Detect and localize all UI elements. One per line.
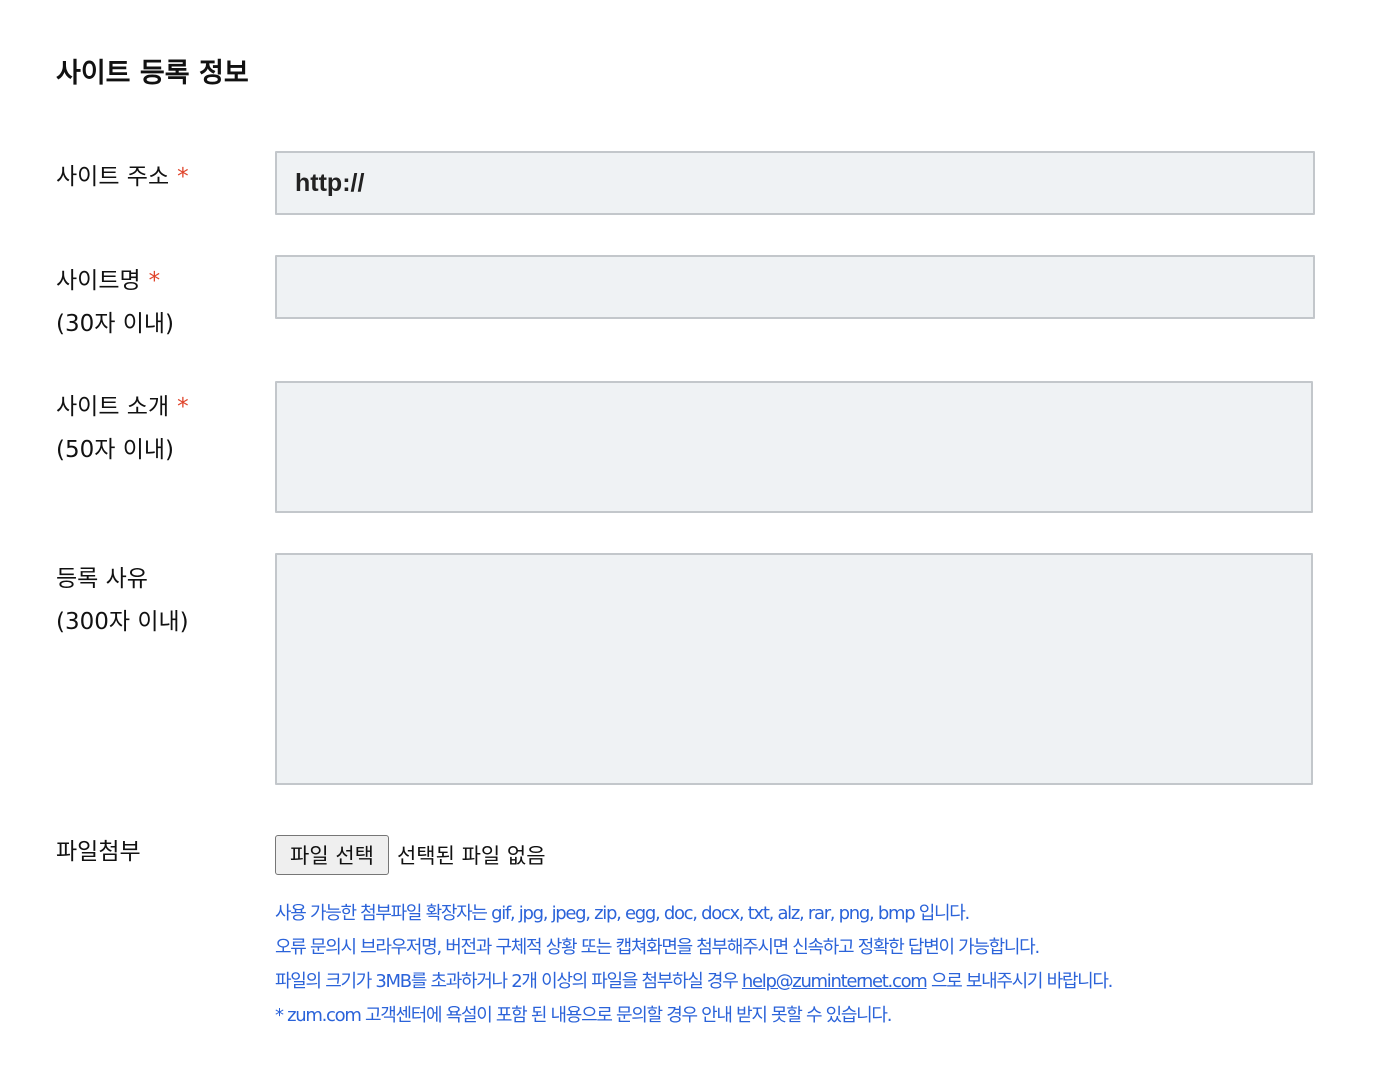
note-file-size-text: 파일의 크기가 3MB를 초과하거나 2개 이상의 파일을 첨부하실 경우 [275, 971, 742, 992]
registration-reason-textarea[interactable] [277, 555, 1311, 783]
site-name-field[interactable] [275, 255, 1315, 319]
reason-label: 등록 사유 (300자 이내) [56, 558, 189, 644]
attachment-label-text: 파일첨부 [56, 839, 141, 865]
attachment-notes: 사용 가능한 첨부파일 확장자는 gif, jpg, jpeg, zip, eg… [275, 897, 1335, 1033]
reason-label-text: 등록 사유 [56, 566, 148, 592]
site-url-field[interactable] [275, 151, 1315, 215]
note-file-size-tail: 으로 보내주시기 바랍니다. [926, 971, 1113, 992]
name-limit-text: (30자 이내) [56, 311, 175, 337]
site-intro-textarea[interactable] [277, 383, 1311, 511]
choose-file-button[interactable]: 파일 선택 [275, 835, 389, 875]
file-status-text: 선택된 파일 없음 [396, 844, 546, 868]
intro-limit-text: (50자 이내) [56, 437, 175, 463]
url-label-text: 사이트 주소 [56, 164, 170, 190]
registration-reason-field[interactable] [275, 553, 1313, 785]
help-email-link[interactable]: help@zuminternet.com [742, 971, 928, 992]
reason-limit-text: (300자 이내) [56, 609, 189, 635]
name-label-text: 사이트명 [56, 268, 141, 294]
section-title: 사이트 등록 정보 [56, 58, 249, 89]
required-mark: * [177, 394, 189, 420]
site-intro-field[interactable] [275, 381, 1313, 513]
attachment-label: 파일첨부 [56, 831, 141, 874]
required-mark: * [148, 268, 161, 294]
intro-label: 사이트 소개 * (50자 이내) [56, 386, 189, 472]
url-label: 사이트 주소 * [56, 156, 189, 199]
required-mark: * [177, 164, 189, 190]
note-file-size: 파일의 크기가 3MB를 초과하거나 2개 이상의 파일을 첨부하실 경우 he… [275, 965, 1335, 999]
note-abuse-warning: * zum.com 고객센터에 욕설이 포함 된 내용으로 문의할 경우 안내 … [275, 1005, 892, 1026]
intro-label-text: 사이트 소개 [56, 394, 170, 420]
site-name-input[interactable] [277, 257, 1313, 317]
file-input[interactable]: 파일 선택 선택된 파일 없음 [275, 835, 546, 875]
note-error-inquiry: 오류 문의시 브라우저명, 버전과 구체적 상황 또는 캡쳐화면을 첨부해주시면… [275, 937, 1040, 958]
site-registration-form: 사이트 등록 정보 사이트 주소 * 사이트명 * (30자 이내) 사이트 소개 *… [0, 0, 1376, 1088]
note-extensions: 사용 가능한 첨부파일 확장자는 gif, jpg, jpeg, zip, eg… [275, 903, 970, 924]
name-label: 사이트명 * (30자 이내) [56, 260, 174, 346]
site-url-input[interactable] [277, 153, 1313, 213]
